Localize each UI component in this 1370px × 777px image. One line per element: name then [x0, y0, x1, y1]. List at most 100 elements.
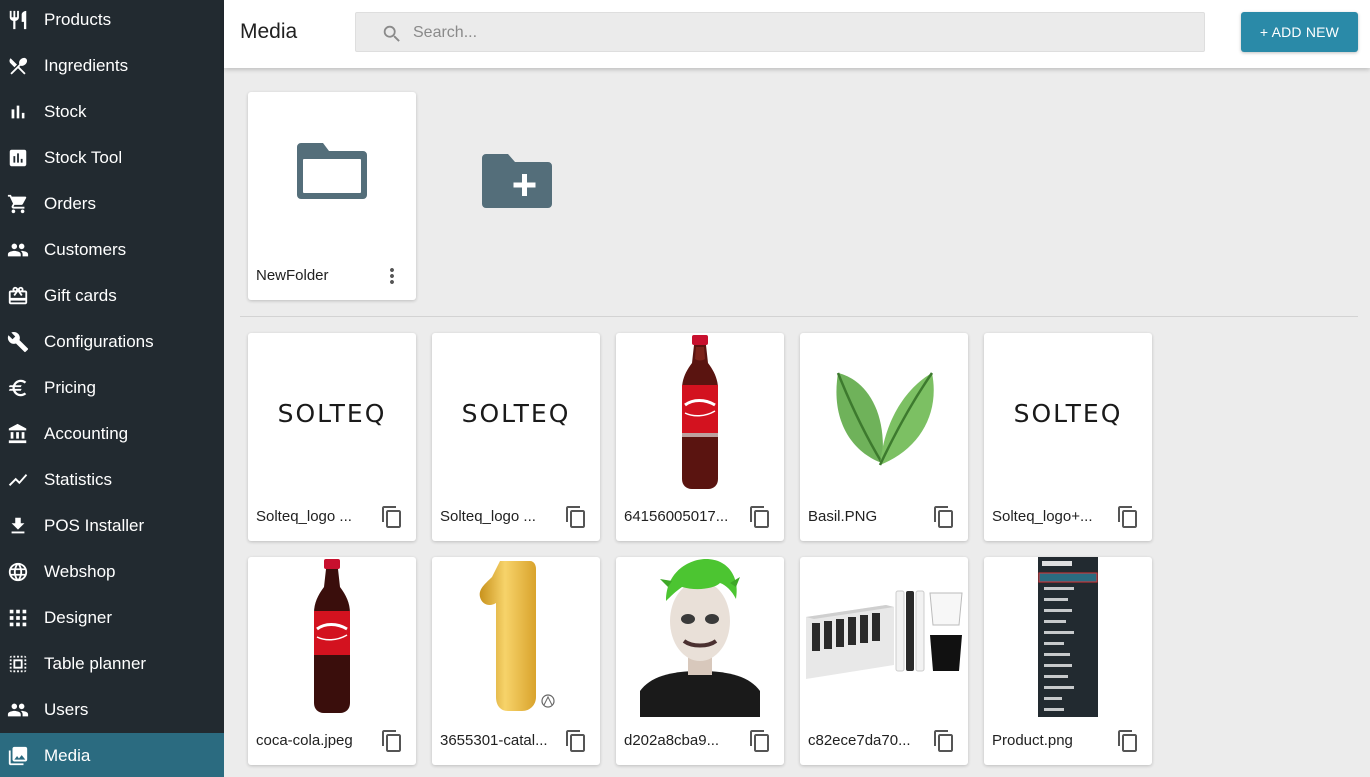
media-thumbnail [800, 333, 968, 493]
sidebar-item-pricing[interactable]: Pricing [0, 365, 224, 411]
sidebar-item-label: Customers [44, 240, 127, 259]
add-new-button[interactable]: + ADD NEW [1241, 12, 1358, 52]
sidebar-item-label: Accounting [44, 424, 129, 443]
media-card[interactable]: 64156005017... [616, 333, 784, 541]
media-card[interactable]: c82ece7da70... [800, 557, 968, 765]
gold-balloon-image [479, 561, 555, 711]
sidebar-item-gift-cards[interactable]: Gift cards [0, 273, 224, 319]
bank-icon [6, 422, 30, 446]
media-thumbnail: SOLTEQ [984, 333, 1152, 493]
sidebar-item-label: Media [44, 746, 91, 765]
wrench-icon [6, 330, 30, 354]
sidebar-item-label: Products [44, 10, 112, 29]
solteq-logo: SOLTEQ [277, 398, 387, 428]
trending-icon [6, 468, 30, 492]
media-card[interactable]: 3655301-catal... [432, 557, 600, 765]
section-divider [240, 316, 1358, 317]
globe-icon [6, 560, 30, 584]
media-thumbnail: SOLTEQ [432, 333, 600, 493]
create-folder-icon [482, 154, 552, 208]
media-name: 3655301-catal... [440, 732, 548, 749]
sidebar-item-statistics[interactable]: Statistics [0, 457, 224, 503]
sidebar-item-designer[interactable]: Designer [0, 595, 224, 641]
coca-cola-bottle-image [314, 559, 350, 713]
media-thumbnail [800, 557, 968, 717]
sidebar-item-stock-tool[interactable]: Stock Tool [0, 135, 224, 181]
search-input[interactable] [413, 21, 1173, 45]
copy-icon[interactable] [564, 505, 588, 529]
sidebar-item-label: Stock Tool [44, 148, 123, 167]
sidebar-item-label: Designer [44, 608, 113, 627]
copy-icon[interactable] [932, 505, 956, 529]
utensils-crossed-icon [6, 54, 30, 78]
media-card[interactable]: SOLTEQ Solteq_logo+... [984, 333, 1152, 541]
media-thumbnail [248, 557, 416, 717]
media-name: 64156005017... [624, 508, 729, 525]
media-name: Solteq_logo ... [256, 508, 352, 525]
sidebar-item-label: Users [44, 700, 89, 719]
media-thumbnail [984, 557, 1152, 717]
media-card[interactable]: d202a8cba9... [616, 557, 784, 765]
media-thumbnail: SOLTEQ [248, 333, 416, 493]
sidebar-item-media[interactable]: Media [0, 733, 224, 777]
sidebar-item-pos-installer[interactable]: POS Installer [0, 503, 224, 549]
sidebar: Products Ingredients Stock Stock Tool Or… [0, 0, 224, 777]
copy-icon[interactable] [380, 729, 404, 753]
copy-icon[interactable] [748, 729, 772, 753]
media-name: Solteq_logo ... [440, 508, 536, 525]
page-title: Media [240, 20, 298, 43]
media-name: Solteq_logo+... [992, 508, 1093, 525]
sidebar-item-label: Pricing [44, 378, 96, 397]
euro-icon [6, 376, 30, 400]
cart-icon [6, 192, 30, 216]
media-thumbnail [432, 557, 600, 717]
sidebar-item-label: Webshop [44, 562, 116, 581]
sidebar-item-customers[interactable]: Customers [0, 227, 224, 273]
media-name: Basil.PNG [808, 508, 878, 525]
top-bar: Media + ADD NEW [224, 0, 1370, 68]
media-card[interactable]: coca-cola.jpeg [248, 557, 416, 765]
media-thumbnail [616, 333, 784, 493]
bar-chart-icon [6, 100, 30, 124]
image-icon [6, 744, 30, 768]
search-bar[interactable] [355, 12, 1205, 52]
sidebar-item-stock[interactable]: Stock [0, 89, 224, 135]
people-icon [6, 698, 30, 722]
copy-icon[interactable] [1116, 505, 1140, 529]
folder-name: NewFolder [256, 267, 329, 284]
copy-icon[interactable] [748, 505, 772, 529]
coca-cola-bottle-image [682, 335, 718, 489]
sidebar-item-label: POS Installer [44, 516, 145, 535]
sidebar-item-accounting[interactable]: Accounting [0, 411, 224, 457]
sidebar-item-label: Statistics [44, 470, 113, 489]
create-folder-button[interactable] [478, 150, 554, 214]
copy-icon[interactable] [380, 505, 404, 529]
sidebar-item-webshop[interactable]: Webshop [0, 549, 224, 595]
sidebar-item-table-planner[interactable]: Table planner [0, 641, 224, 687]
media-card[interactable]: SOLTEQ Solteq_logo ... [248, 333, 416, 541]
copy-icon[interactable] [1116, 729, 1140, 753]
media-name: d202a8cba9... [624, 732, 720, 749]
sidebar-item-users[interactable]: Users [0, 687, 224, 733]
media-card[interactable]: Product.png [984, 557, 1152, 765]
more-vertical-icon[interactable] [380, 264, 404, 288]
sidebar-item-ingredients[interactable]: Ingredients [0, 43, 224, 89]
download-icon [6, 514, 30, 538]
media-thumbnail [616, 557, 784, 717]
media-card[interactable]: SOLTEQ Solteq_logo ... [432, 333, 600, 541]
sidebar-item-label: Configurations [44, 332, 154, 351]
media-name: c82ece7da70... [808, 732, 911, 749]
sidebar-item-products[interactable]: Products [0, 0, 224, 43]
search-icon [381, 23, 403, 45]
folder-card[interactable]: NewFolder [248, 92, 416, 300]
cloudpos-screenshot-image [1038, 557, 1098, 717]
sidebar-item-configurations[interactable]: Configurations [0, 319, 224, 365]
copy-icon[interactable] [932, 729, 956, 753]
solteq-logo: SOLTEQ [461, 398, 571, 428]
copy-icon[interactable] [564, 729, 588, 753]
sidebar-item-label: Stock [44, 102, 87, 121]
poll-icon [6, 146, 30, 170]
sidebar-item-label: Table planner [44, 654, 147, 673]
sidebar-item-orders[interactable]: Orders [0, 181, 224, 227]
media-card[interactable]: Basil.PNG [800, 333, 968, 541]
